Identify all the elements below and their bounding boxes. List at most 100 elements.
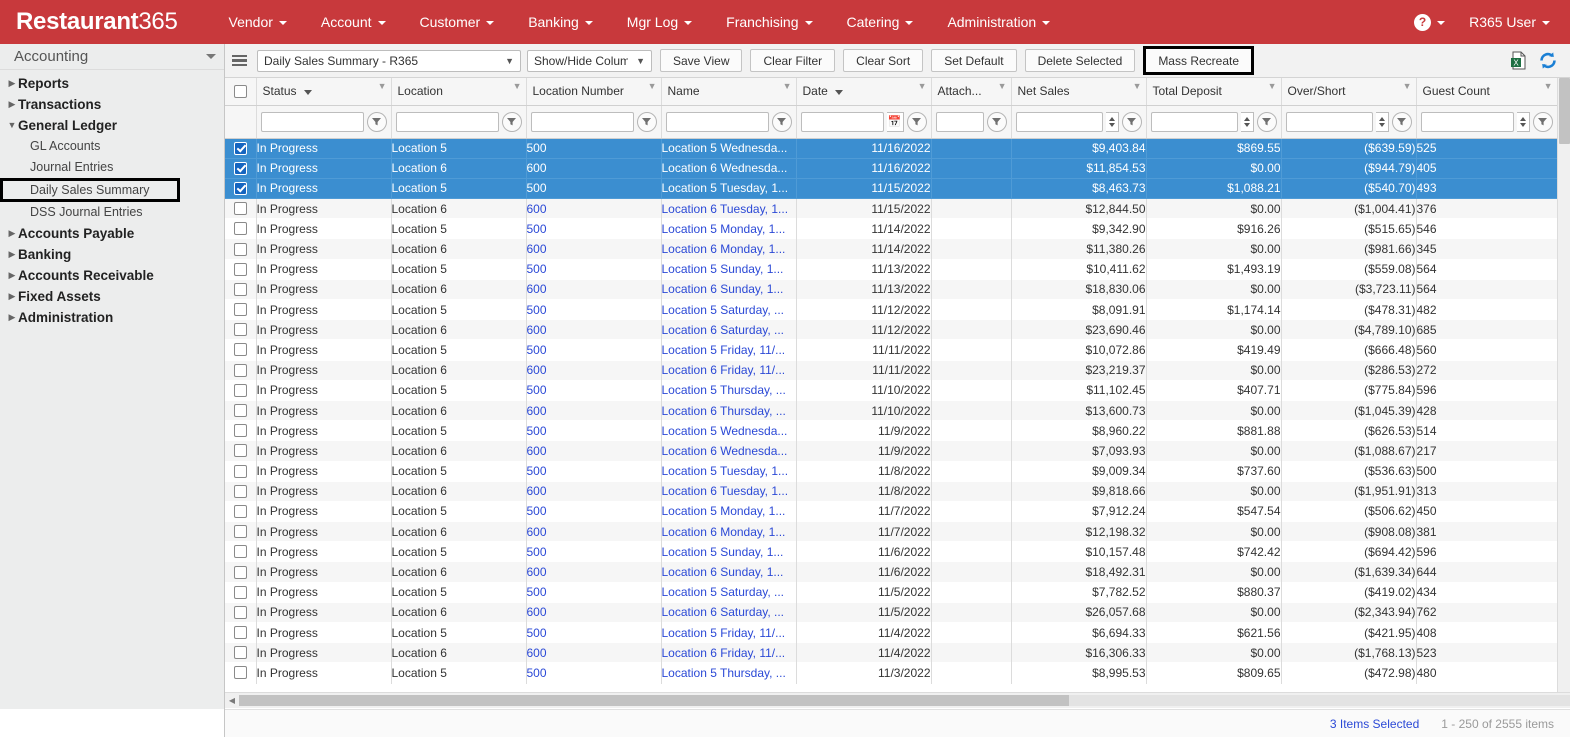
filter-icon-total-deposit[interactable] [1256, 111, 1277, 132]
row-select-cell[interactable] [225, 461, 257, 482]
sidebar-item-transactions[interactable]: ▶ Transactions [0, 94, 224, 115]
table-row[interactable]: In Progress Location 5 500 Location 5 Sunda… [225, 541, 1558, 562]
user-menu[interactable]: R365 User [1459, 8, 1560, 36]
record-name-link[interactable]: Location 6 Saturday, ... [662, 323, 785, 337]
filter-input-attachments[interactable] [935, 111, 984, 132]
record-name-link[interactable]: Location 5 Monday, 1... [662, 222, 786, 236]
filter-icon-date[interactable] [906, 111, 927, 132]
table-row[interactable]: In Progress Location 6 600 Location 6 Sunda… [225, 279, 1558, 300]
chevron-down-icon[interactable]: ▼ [783, 81, 792, 91]
filter-icon-over-short[interactable] [1391, 111, 1412, 132]
mass-recreate-button[interactable]: Mass Recreate [1143, 46, 1255, 75]
filter-icon-status[interactable] [366, 111, 387, 132]
row-select-cell[interactable] [225, 198, 257, 219]
horizontal-scroll-thumb[interactable] [239, 695, 1069, 706]
record-name-link[interactable]: Location 5 Tuesday, 1... [662, 181, 789, 195]
nav-item-administration[interactable]: Administration [930, 8, 1067, 36]
delete-selected-button[interactable]: Delete Selected [1024, 49, 1136, 72]
table-row[interactable]: In Progress Location 6 600 Location 6 Satur… [225, 602, 1558, 623]
location-number-link[interactable]: 500 [527, 545, 547, 559]
items-selected-label[interactable]: 3 Items Selected [1330, 717, 1419, 731]
record-name-link[interactable]: Location 5 Sunday, 1... [662, 262, 784, 276]
table-row[interactable]: In Progress Location 5 500 Location 5 Satur… [225, 582, 1558, 603]
location-number-link[interactable]: 600 [527, 242, 547, 256]
row-select-cell[interactable] [225, 279, 257, 300]
nav-item-banking[interactable]: Banking [511, 8, 610, 36]
sidebar-item-reports[interactable]: ▶ Reports [0, 73, 224, 94]
chevron-down-icon[interactable]: ▼ [998, 81, 1007, 91]
chevron-down-icon[interactable]: ▼ [378, 81, 387, 91]
table-row[interactable]: In Progress Location 5 500 Location 5 Sunda… [225, 259, 1558, 280]
column-header-total-deposit[interactable]: Total Deposit ▼ [1146, 78, 1282, 106]
export-excel-icon[interactable]: X [1510, 51, 1528, 70]
row-checkbox[interactable] [233, 222, 247, 236]
filter-input-guest-count[interactable] [1420, 111, 1514, 132]
filter-icon-net-sales[interactable] [1121, 111, 1142, 132]
filter-input-name[interactable] [665, 111, 769, 132]
vertical-scroll-thumb[interactable] [1559, 78, 1570, 144]
location-number-link[interactable]: 500 [527, 626, 547, 640]
record-name-link[interactable]: Location 5 Friday, 11/... [662, 626, 786, 640]
refresh-icon[interactable] [1538, 51, 1558, 70]
location-number-link[interactable]: 600 [527, 363, 547, 377]
sidebar-item-journal-entries[interactable]: Journal Entries [0, 157, 224, 178]
record-name-link[interactable]: Location 5 Thursday, ... [662, 383, 786, 397]
table-row[interactable]: In Progress Location 5 500 Location 5 Tuesd… [225, 461, 1558, 482]
location-number-link[interactable]: 500 [527, 424, 547, 438]
table-row[interactable]: In Progress Location 6 600 Location 6 Monda… [225, 238, 1558, 260]
save-view-button[interactable]: Save View [660, 49, 743, 72]
row-checkbox[interactable] [233, 323, 247, 337]
row-select-cell[interactable] [225, 561, 257, 583]
location-number-link[interactable]: 500 [527, 141, 547, 155]
select-all-header[interactable] [225, 78, 257, 106]
row-checkbox[interactable] [233, 565, 247, 579]
row-select-cell[interactable] [225, 420, 257, 441]
filter-input-net-sales[interactable] [1015, 111, 1103, 132]
set-default-button[interactable]: Set Default [931, 49, 1017, 72]
column-header-status[interactable]: Status ▼ [256, 78, 392, 106]
record-name-link[interactable]: Location 5 Tuesday, 1... [662, 464, 789, 478]
location-number-link[interactable]: 500 [527, 343, 547, 357]
chevron-down-icon[interactable] [206, 54, 216, 59]
filter-icon-guest-count[interactable] [1532, 111, 1553, 132]
row-select-cell[interactable] [225, 158, 257, 179]
record-name-link[interactable]: Location 6 Monday, 1... [662, 242, 786, 256]
location-number-link[interactable]: 600 [527, 161, 547, 175]
table-row[interactable]: In Progress Location 5 500 Location 5 Frida… [225, 622, 1558, 643]
table-row[interactable]: In Progress Location 6 600 Location 6 Sunda… [225, 561, 1558, 583]
row-select-cell[interactable] [225, 541, 257, 562]
table-row[interactable]: In Progress Location 5 500 Location 5 Thurs… [225, 662, 1558, 684]
row-checkbox[interactable] [233, 363, 247, 377]
row-checkbox[interactable] [233, 202, 247, 216]
filter-icon-location[interactable] [501, 111, 522, 132]
row-checkbox[interactable] [233, 242, 247, 256]
record-name-link[interactable]: Location 6 Friday, 11/... [662, 646, 786, 660]
row-select-cell[interactable] [225, 440, 257, 461]
row-select-cell[interactable] [225, 319, 257, 340]
row-select-cell[interactable] [225, 521, 257, 542]
record-name-link[interactable]: Location 5 Thursday, ... [662, 666, 786, 680]
location-number-link[interactable]: 600 [527, 525, 547, 539]
column-header-date[interactable]: Date ▼ [796, 78, 932, 106]
record-name-link[interactable]: Location 5 Wednesda... [662, 424, 788, 438]
row-select-cell[interactable] [225, 178, 257, 200]
location-number-link[interactable]: 500 [527, 303, 547, 317]
scroll-left-icon[interactable]: ◀ [225, 696, 239, 705]
record-name-link[interactable]: Location 6 Sunday, 1... [662, 565, 784, 579]
filter-icon-attachments[interactable] [986, 111, 1007, 132]
nav-item-mgr-log[interactable]: Mgr Log [610, 8, 709, 36]
row-select-cell[interactable] [225, 622, 257, 643]
table-row[interactable]: In Progress Location 5 500 Location 5 Monda… [225, 218, 1558, 239]
filter-input-location[interactable] [395, 111, 499, 132]
row-checkbox[interactable] [233, 484, 247, 498]
location-number-link[interactable]: 600 [527, 605, 547, 619]
sidebar-item-daily-sales-summary[interactable]: Daily Sales Summary [0, 178, 180, 202]
record-name-link[interactable]: Location 6 Wednesda... [662, 444, 788, 458]
chevron-down-icon[interactable]: ▼ [1268, 81, 1277, 91]
sidebar-item-fixed-assets[interactable]: ▶ Fixed Assets [0, 286, 224, 307]
spinner-net-sales[interactable] [1105, 111, 1119, 132]
record-name-link[interactable]: Location 6 Monday, 1... [662, 525, 786, 539]
menu-toggle-icon[interactable] [225, 44, 253, 77]
record-name-link[interactable]: Location 5 Sunday, 1... [662, 545, 784, 559]
location-number-link[interactable]: 600 [527, 484, 547, 498]
